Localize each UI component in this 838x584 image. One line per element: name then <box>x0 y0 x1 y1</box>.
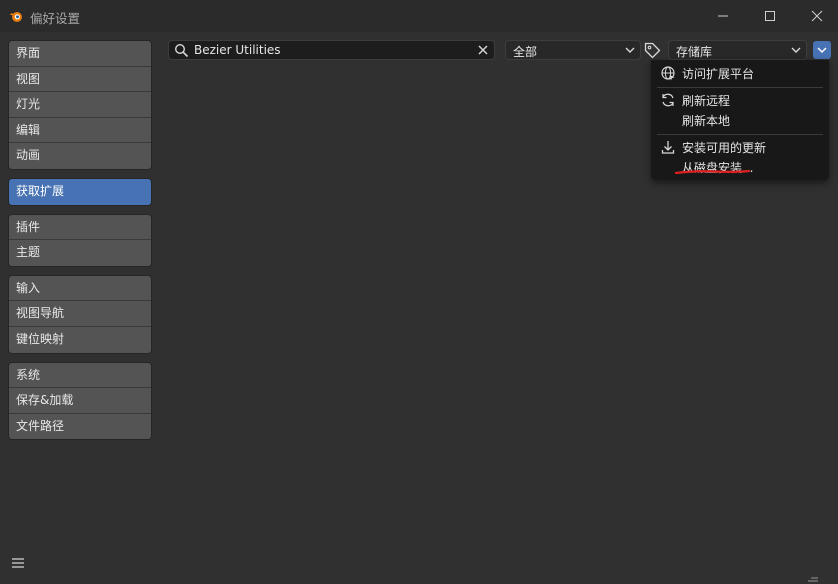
preferences-sidebar: 界面 视图 灯光 编辑 动画 获取扩展 插件 主题 输入 视图导航 键位映射 系… <box>8 40 152 448</box>
sidebar-item-interface[interactable]: 界面 <box>9 41 151 67</box>
title-bar: 偏好设置 <box>0 0 838 32</box>
chevron-down-icon <box>625 47 635 53</box>
sidebar-item-editing[interactable]: 编辑 <box>9 117 151 144</box>
minimize-icon <box>718 15 728 17</box>
sidebar-item-get-extensions[interactable]: 获取扩展 <box>9 178 151 205</box>
sidebar-item-keymap[interactable]: 键位映射 <box>9 326 151 353</box>
clear-search-icon[interactable] <box>477 44 489 56</box>
sidebar-item-input[interactable]: 输入 <box>9 275 151 302</box>
repository-value: 存储库 <box>676 45 713 59</box>
maximize-button[interactable] <box>747 0 793 32</box>
filter-value: 全部 <box>513 45 538 59</box>
menu-item-label: 访问扩展平台 <box>682 67 755 81</box>
blender-logo-icon <box>9 12 22 22</box>
menu-separator <box>657 134 823 135</box>
menu-item-label: 刷新本地 <box>682 114 731 128</box>
hamburger-menu-icon[interactable] <box>9 555 27 571</box>
chevron-down-icon <box>791 47 801 53</box>
nav-group-system: 系统 保存&加载 文件路径 <box>8 361 152 441</box>
search-icon <box>174 43 189 58</box>
menu-item-label: 刷新远程 <box>682 94 731 108</box>
minimize-button[interactable] <box>700 0 746 32</box>
sidebar-item-lights[interactable]: 灯光 <box>9 92 151 118</box>
menu-item-refresh-remote[interactable]: 刷新远程 <box>651 90 829 110</box>
sidebar-item-themes[interactable]: 主题 <box>9 240 151 266</box>
sidebar-item-navigation[interactable]: 视图导航 <box>9 301 151 327</box>
refresh-icon <box>662 93 674 107</box>
nav-group-general: 界面 视图 灯光 编辑 动画 <box>8 40 152 170</box>
tag-icon[interactable] <box>643 41 662 59</box>
extensions-menu-button[interactable] <box>813 41 831 59</box>
resize-grip-icon[interactable] <box>806 574 820 582</box>
sidebar-item-animation[interactable]: 动画 <box>9 143 151 169</box>
close-window-button[interactable] <box>794 0 838 32</box>
extensions-dropdown-menu: 访问扩展平台 刷新远程 刷新本地 安装可用的更新 从磁盘安装... <box>651 60 829 180</box>
window-title: 偏好设置 <box>30 11 81 26</box>
repository-dropdown[interactable]: 存储库 <box>668 40 807 60</box>
globe-icon <box>661 66 675 81</box>
search-value: Bezier Utilities <box>194 43 281 57</box>
sidebar-item-save-load[interactable]: 保存&加载 <box>9 388 151 414</box>
annotation-underline <box>675 169 751 175</box>
maximize-icon <box>765 11 775 21</box>
nav-group-addons: 插件 主题 <box>8 213 152 267</box>
menu-separator <box>657 87 823 88</box>
menu-item-visit-platform[interactable]: 访问扩展平台 <box>651 63 829 83</box>
nav-group-extensions: 获取扩展 <box>8 177 152 206</box>
sidebar-item-system[interactable]: 系统 <box>9 362 151 389</box>
download-icon <box>661 141 675 154</box>
menu-item-install-updates[interactable]: 安装可用的更新 <box>651 137 829 157</box>
filter-dropdown[interactable]: 全部 <box>505 40 641 60</box>
close-icon <box>811 10 823 22</box>
sidebar-item-addons[interactable]: 插件 <box>9 214 151 241</box>
nav-group-input: 输入 视图导航 键位映射 <box>8 274 152 354</box>
sidebar-item-file-paths[interactable]: 文件路径 <box>9 413 151 440</box>
search-input[interactable]: Bezier Utilities <box>168 40 495 60</box>
sidebar-item-viewport[interactable]: 视图 <box>9 66 151 93</box>
chevron-down-icon <box>817 47 827 54</box>
menu-item-label: 安装可用的更新 <box>682 141 767 155</box>
menu-item-refresh-local[interactable]: 刷新本地 <box>651 110 829 130</box>
